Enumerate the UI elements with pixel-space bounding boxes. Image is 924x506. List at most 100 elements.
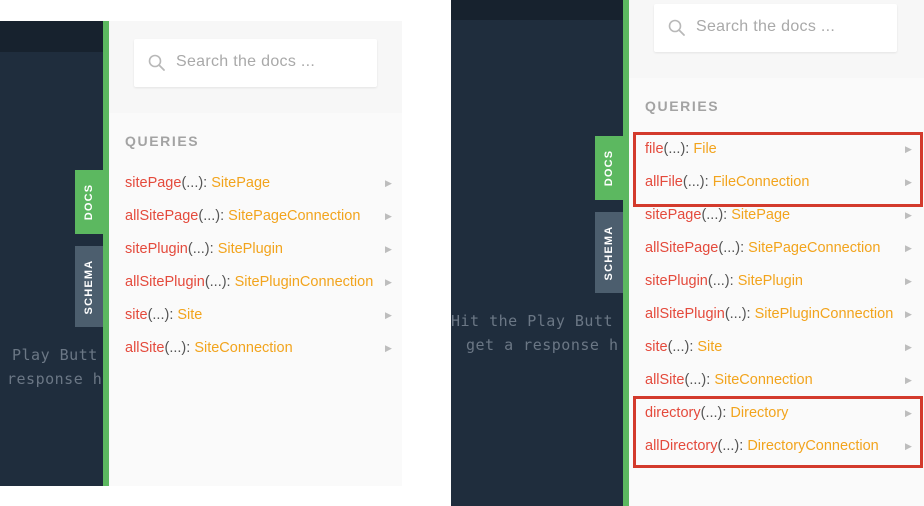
query-return-type[interactable]: SitePageConnection: [228, 208, 360, 224]
left-screenshot-panel: Play Butt response h DOCS SCHEMA Search …: [0, 0, 402, 506]
editor-hint-line-2: get a response h: [466, 336, 619, 354]
query-return-type[interactable]: Directory: [730, 405, 788, 421]
editor-hint-line-1: Play Butt: [12, 346, 98, 364]
query-item-sitePage[interactable]: sitePage(...): SitePage ▶: [125, 171, 397, 195]
right-screenshot-panel: Hit the Play Butt get a response h DOCS …: [451, 0, 924, 506]
query-return-type[interactable]: SitePlugin: [218, 241, 283, 257]
tab-docs[interactable]: DOCS: [75, 170, 103, 234]
query-return-type[interactable]: SiteConnection: [194, 340, 292, 356]
query-item-allSite[interactable]: allSite(...): SiteConnection ▶: [645, 368, 917, 392]
query-return-type[interactable]: SitePlugin: [738, 273, 803, 289]
tab-schema[interactable]: SCHEMA: [595, 212, 623, 293]
query-name: sitePage: [125, 175, 182, 191]
query-name: site: [125, 307, 148, 323]
query-args: (...):: [181, 175, 212, 191]
chevron-right-icon: ▶: [385, 277, 392, 287]
query-name: allDirectory: [645, 438, 718, 454]
query-return-type[interactable]: SitePluginConnection: [755, 306, 894, 322]
chevron-right-icon: ▶: [385, 244, 392, 254]
query-return-type[interactable]: FileConnection: [713, 174, 810, 190]
chevron-right-icon: ▶: [905, 144, 912, 154]
search-area: Search the docs ...: [629, 0, 924, 78]
query-item-allSitePlugin[interactable]: allSitePlugin(...): SitePluginConnection…: [125, 270, 397, 294]
query-item-file[interactable]: file(...): File ▶: [645, 137, 917, 161]
query-return-type[interactable]: DirectoryConnection: [747, 438, 878, 454]
query-args: (...):: [717, 438, 748, 454]
query-args: (...):: [700, 405, 731, 421]
query-name: directory: [645, 405, 701, 421]
query-args: (...):: [204, 274, 235, 290]
search-area: Search the docs ...: [109, 21, 402, 113]
docs-explorer: Search the docs ... QUERIES file (...): F…: [629, 0, 924, 506]
search-placeholder: Search the docs ...: [696, 18, 836, 35]
query-args: (...):: [707, 273, 738, 289]
query-item-allFile[interactable]: allFile(...): FileConnection ▶: [645, 170, 917, 194]
query-args: (...):: [701, 207, 732, 223]
editor-hint-line-1: Hit the Play Butt: [451, 312, 614, 330]
query-args: (...):: [682, 174, 713, 190]
query-name: allSite: [125, 340, 165, 356]
query-args: (...):: [164, 340, 195, 356]
chevron-right-icon: ▶: [905, 309, 912, 319]
search-input[interactable]: Search the docs ...: [654, 4, 897, 52]
query-name: allFile: [645, 174, 683, 190]
query-item-allSitePage[interactable]: allSitePage(...): SitePageConnection ▶: [125, 204, 397, 228]
tab-docs[interactable]: DOCS: [595, 136, 623, 200]
query-name: sitePlugin: [125, 241, 188, 257]
query-name: site: [645, 339, 668, 355]
query-name: allSitePage: [125, 208, 199, 224]
query-args: (...):: [684, 372, 715, 388]
query-name: sitePage: [645, 207, 702, 223]
query-item-site[interactable]: site(...): Site ▶: [645, 335, 917, 359]
query-name: allSitePage: [645, 240, 719, 256]
chevron-right-icon: ▶: [905, 408, 912, 418]
chevron-right-icon: ▶: [905, 276, 912, 286]
query-return-type[interactable]: SitePage: [211, 175, 270, 191]
query-return-type[interactable]: File: [693, 141, 716, 157]
query-return-type[interactable]: Site: [177, 307, 202, 323]
chevron-right-icon: ▶: [385, 211, 392, 221]
query-item-allSitePlugin[interactable]: allSitePlugin(...): SitePluginConnection…: [645, 302, 917, 326]
chevron-right-icon: ▶: [905, 375, 912, 385]
query-item-directory[interactable]: directory(...): Directory ▶: [645, 401, 917, 425]
query-args: (...):: [718, 240, 749, 256]
query-item-sitePlugin[interactable]: sitePlugin(...): SitePlugin ▶: [125, 237, 397, 261]
chevron-right-icon: ▶: [905, 342, 912, 352]
query-item-allSite[interactable]: allSite(...): SiteConnection ▶: [125, 336, 397, 360]
chevron-right-icon: ▶: [905, 177, 912, 187]
query-args: (...):: [198, 208, 229, 224]
tab-docs-label: DOCS: [603, 149, 615, 187]
editor-toolbar: [0, 21, 103, 52]
query-name: file: [645, 141, 664, 157]
query-name: allSitePlugin: [645, 306, 725, 322]
section-title-queries: QUERIES: [645, 98, 720, 114]
query-name: sitePlugin: [645, 273, 708, 289]
editor-hint-line-2: response h: [7, 370, 103, 388]
query-args: (...):: [667, 339, 698, 355]
chevron-right-icon: ▶: [905, 210, 912, 220]
tab-docs-label: DOCS: [83, 183, 95, 221]
query-item-sitePlugin[interactable]: sitePlugin(...): SitePlugin ▶: [645, 269, 917, 293]
query-return-type[interactable]: SitePageConnection: [748, 240, 880, 256]
query-item-site[interactable]: site(...): Site ▶: [125, 303, 397, 327]
editor-toolbar: [451, 0, 623, 20]
chevron-right-icon: ▶: [385, 310, 392, 320]
query-item-sitePage[interactable]: sitePage(...): SitePage ▶: [645, 203, 917, 227]
search-icon: [148, 54, 165, 71]
tab-schema-label: SCHEMA: [83, 259, 95, 314]
query-name: allSite: [645, 372, 685, 388]
query-args: (...):: [724, 306, 755, 322]
query-return-type[interactable]: SitePage: [731, 207, 790, 223]
query-return-type[interactable]: Site: [697, 339, 722, 355]
search-input[interactable]: Search the docs ...: [134, 39, 377, 87]
chevron-right-icon: ▶: [905, 441, 912, 451]
section-title-queries: QUERIES: [125, 133, 200, 149]
search-icon: [668, 19, 685, 36]
query-return-type[interactable]: SitePluginConnection: [235, 274, 374, 290]
query-args: (...):: [187, 241, 218, 257]
tab-schema[interactable]: SCHEMA: [75, 246, 103, 327]
search-placeholder: Search the docs ...: [176, 53, 316, 70]
query-item-allSitePage[interactable]: allSitePage(...): SitePageConnection ▶: [645, 236, 917, 260]
query-item-allDirectory[interactable]: allDirectory(...): DirectoryConnection ▶: [645, 434, 917, 458]
query-return-type[interactable]: SiteConnection: [714, 372, 812, 388]
